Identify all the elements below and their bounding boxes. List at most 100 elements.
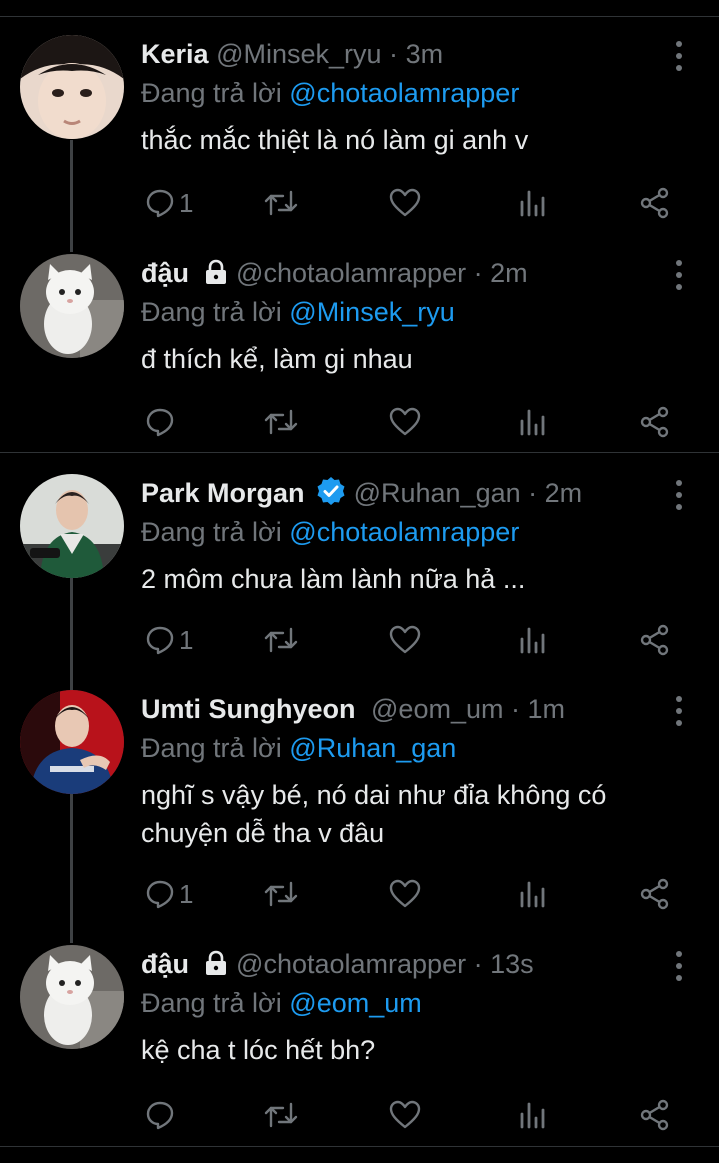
analytics-button[interactable] [518, 620, 546, 660]
heart-icon [389, 407, 421, 436]
like-button[interactable] [389, 1095, 421, 1135]
tweet-header: Keria @Minsek_ryu · 3m [141, 35, 689, 73]
reply-icon [146, 408, 174, 437]
replying-to-label: Đang trả lời [141, 988, 282, 1018]
separator: · [528, 478, 538, 508]
action-bar: 1 [141, 874, 681, 914]
avatar[interactable] [20, 690, 124, 794]
user-handle[interactable]: @eom_um [371, 694, 503, 724]
mention-link[interactable]: @chotaolamrapper [289, 78, 519, 108]
retweet-icon [264, 1102, 298, 1128]
retweet-icon [264, 627, 298, 653]
action-bar: 1 [141, 183, 681, 223]
player-jersey-avatar-icon [20, 690, 124, 794]
more-options-icon[interactable] [671, 41, 687, 71]
verified-badge-icon [317, 477, 345, 505]
retweet-icon [264, 881, 298, 907]
reply-icon [146, 189, 174, 218]
more-options-icon[interactable] [671, 696, 687, 726]
share-icon [640, 406, 669, 438]
like-button[interactable] [389, 402, 421, 442]
reply-count: 1 [179, 878, 194, 909]
reply-button[interactable]: 1 [145, 620, 193, 660]
analytics-button[interactable] [518, 1095, 546, 1135]
avatar[interactable] [20, 945, 124, 1049]
top-divider [0, 16, 719, 17]
reply-icon [146, 1101, 174, 1130]
share-icon [640, 1099, 669, 1131]
analytics-button[interactable] [518, 402, 546, 442]
mention-link[interactable]: @chotaolamrapper [289, 517, 519, 547]
reply-button[interactable]: 1 [145, 874, 193, 914]
avatar[interactable] [20, 254, 124, 358]
mention-link[interactable]: @Ruhan_gan [289, 733, 456, 763]
replying-to-label: Đang trả lời [141, 517, 282, 547]
user-handle[interactable]: @chotaolamrapper [236, 949, 466, 979]
share-button[interactable] [639, 874, 671, 914]
display-name[interactable]: Umti Sunghyeon [141, 694, 356, 724]
timestamp[interactable]: 1m [528, 694, 566, 724]
more-options-icon[interactable] [671, 260, 687, 290]
action-bar: 1 [141, 620, 681, 660]
display-name[interactable]: đậu [141, 949, 189, 979]
timestamp[interactable]: 3m [406, 39, 444, 69]
mention-link[interactable]: @eom_um [289, 988, 421, 1018]
display-name[interactable]: Keria [141, 39, 209, 69]
separator: · [511, 694, 520, 724]
retweet-button[interactable] [263, 620, 299, 660]
like-button[interactable] [389, 620, 421, 660]
action-bar [141, 402, 681, 442]
heart-icon [389, 879, 421, 908]
avatar[interactable] [20, 474, 124, 578]
analytics-icon [520, 1102, 545, 1129]
retweet-button[interactable] [263, 183, 299, 223]
tweet-text: đ thích kể, làm gi nhau [141, 344, 413, 374]
share-button[interactable] [639, 620, 671, 660]
thread-connector [70, 140, 73, 252]
like-button[interactable] [389, 874, 421, 914]
retweet-icon [264, 190, 298, 216]
bottom-divider [0, 1146, 719, 1147]
boy-face-avatar-icon [20, 35, 124, 139]
replying-to-label: Đang trả lời [141, 297, 282, 327]
heart-icon [389, 188, 421, 217]
display-name[interactable]: Park Morgan [141, 478, 305, 508]
separator: · [473, 949, 483, 979]
reply-button[interactable] [145, 1095, 179, 1135]
analytics-button[interactable] [518, 183, 546, 223]
user-handle[interactable]: @Minsek_ryu [216, 39, 381, 69]
heart-icon [389, 1100, 421, 1129]
mention-link[interactable]: @Minsek_ryu [289, 297, 454, 327]
more-options-icon[interactable] [671, 951, 687, 981]
thread-connector [70, 578, 73, 690]
user-handle[interactable]: @chotaolamrapper [236, 258, 466, 288]
share-button[interactable] [639, 183, 671, 223]
lock-icon [205, 259, 226, 284]
separator: · [389, 39, 399, 69]
retweet-button[interactable] [263, 402, 299, 442]
tweet-text: nghĩ s vậy bé, nó dai như đỉa không có c… [141, 780, 607, 848]
analytics-button[interactable] [518, 874, 546, 914]
share-icon [640, 878, 669, 910]
share-button[interactable] [639, 402, 671, 442]
lock-icon [205, 950, 226, 975]
replying-to: Đang trả lời @chotaolamrapper [141, 512, 689, 552]
timestamp[interactable]: 2m [545, 478, 583, 508]
reply-button[interactable] [145, 402, 179, 442]
avatar[interactable] [20, 35, 124, 139]
timestamp[interactable]: 2m [490, 258, 528, 288]
share-icon [640, 187, 669, 219]
retweet-button[interactable] [263, 1095, 299, 1135]
display-name[interactable]: đậu [141, 258, 189, 288]
timestamp[interactable]: 13s [490, 949, 534, 979]
replying-to: Đang trả lời @Ruhan_gan [141, 728, 689, 768]
white-cat-avatar-icon [20, 254, 124, 358]
retweet-button[interactable] [263, 874, 299, 914]
share-button[interactable] [639, 1095, 671, 1135]
user-handle[interactable]: @Ruhan_gan [354, 478, 521, 508]
reply-button[interactable]: 1 [145, 183, 193, 223]
reply-count: 1 [179, 624, 194, 655]
more-options-icon[interactable] [671, 480, 687, 510]
like-button[interactable] [389, 183, 421, 223]
tweet-text: 2 môm chưa làm lành nữa hả ... [141, 564, 526, 594]
